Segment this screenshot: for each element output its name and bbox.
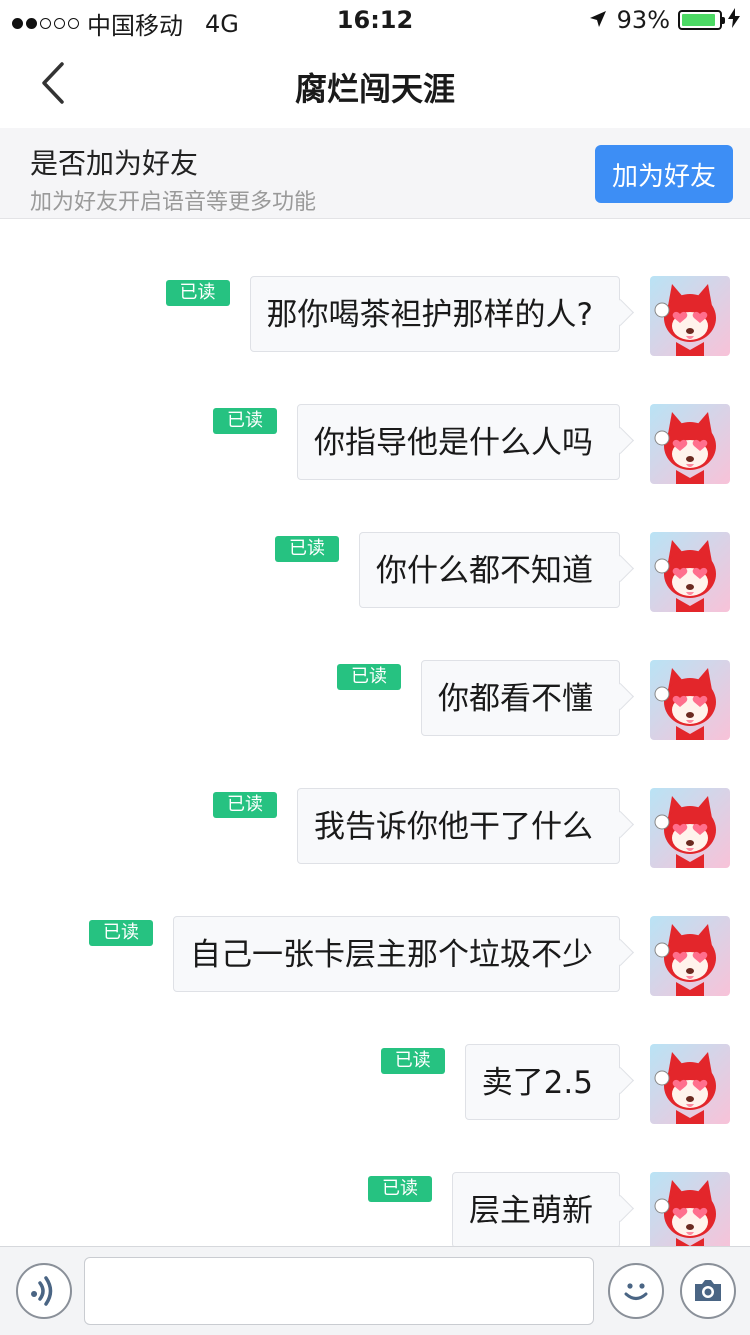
message-bubble[interactable]: 层主萌新 bbox=[452, 1172, 620, 1246]
message-row: 已读 卖了2.5 bbox=[380, 1044, 730, 1124]
read-status-badge: 已读 bbox=[89, 920, 153, 946]
red-fox-avatar-icon[interactable] bbox=[650, 1044, 730, 1124]
message-row: 已读 我告诉你他干了什么 bbox=[213, 788, 730, 868]
add-friend-button[interactable]: 加为好友 bbox=[595, 145, 733, 203]
message-row: 已读 层主萌新 bbox=[368, 1172, 730, 1246]
read-status-badge: 已读 bbox=[368, 1176, 432, 1202]
message-list[interactable]: 已读 那你喝茶袒护那样的人? 已读 你指导他是什么人吗 已读 你什么都不知道 已… bbox=[0, 219, 750, 1246]
smiley-icon bbox=[624, 1283, 648, 1300]
battery-percent: 93% bbox=[616, 6, 670, 34]
camera-icon bbox=[695, 1280, 721, 1301]
read-status-badge: 已读 bbox=[213, 792, 277, 818]
status-right: 93% bbox=[589, 6, 740, 34]
message-bubble[interactable]: 那你喝茶袒护那样的人? bbox=[249, 276, 620, 352]
red-fox-avatar-icon[interactable] bbox=[650, 404, 730, 484]
banner-subtitle: 加为好友开启语音等更多功能 bbox=[30, 190, 317, 215]
nav-bar: 腐烂闯天涯 bbox=[0, 40, 750, 128]
red-fox-avatar-icon[interactable] bbox=[650, 660, 730, 740]
red-fox-avatar-icon[interactable] bbox=[650, 276, 730, 356]
message-bubble[interactable]: 我告诉你他干了什么 bbox=[297, 788, 620, 864]
voice-button[interactable] bbox=[16, 1263, 72, 1319]
battery-fill bbox=[682, 14, 716, 26]
read-status-badge: 已读 bbox=[165, 280, 230, 306]
input-bar bbox=[0, 1246, 750, 1335]
add-friend-banner: 是否加为好友 加为好友开启语音等更多功能 加为好友 bbox=[0, 128, 750, 219]
message-row: 已读 你都看不懂 bbox=[337, 660, 730, 740]
message-bubble[interactable]: 你指导他是什么人吗 bbox=[297, 404, 620, 480]
message-row: 已读 那你喝茶袒护那样的人? bbox=[165, 276, 730, 356]
emoji-button[interactable] bbox=[608, 1263, 664, 1319]
red-fox-avatar-icon[interactable] bbox=[650, 788, 730, 868]
red-fox-avatar-icon[interactable] bbox=[650, 532, 730, 612]
message-bubble[interactable]: 你都看不懂 bbox=[421, 660, 620, 736]
message-bubble[interactable]: 卖了2.5 bbox=[464, 1044, 620, 1120]
read-status-badge: 已读 bbox=[213, 408, 277, 434]
read-status-badge: 已读 bbox=[380, 1048, 445, 1074]
banner-title: 是否加为好友 bbox=[30, 147, 199, 180]
page-title: 腐烂闯天涯 bbox=[294, 70, 455, 108]
charging-bolt-icon bbox=[728, 7, 740, 33]
message-row: 已读 你什么都不知道 bbox=[275, 532, 730, 612]
message-input[interactable] bbox=[84, 1257, 594, 1325]
camera-button[interactable] bbox=[680, 1263, 736, 1319]
message-row: 已读 自己一张卡层主那个垃圾不少 bbox=[89, 916, 730, 996]
location-arrow-icon bbox=[589, 6, 607, 34]
battery-icon bbox=[678, 10, 725, 30]
red-fox-avatar-icon[interactable] bbox=[650, 916, 730, 996]
voice-icon bbox=[31, 1276, 53, 1306]
message-bubble[interactable]: 自己一张卡层主那个垃圾不少 bbox=[173, 916, 620, 992]
status-bar: 中国移动 4G 16:12 93% bbox=[0, 0, 750, 40]
message-bubble[interactable]: 你什么都不知道 bbox=[359, 532, 620, 608]
red-fox-avatar-icon[interactable] bbox=[650, 1172, 730, 1246]
message-row: 已读 你指导他是什么人吗 bbox=[213, 404, 730, 484]
read-status-badge: 已读 bbox=[337, 664, 401, 690]
read-status-badge: 已读 bbox=[275, 536, 339, 562]
